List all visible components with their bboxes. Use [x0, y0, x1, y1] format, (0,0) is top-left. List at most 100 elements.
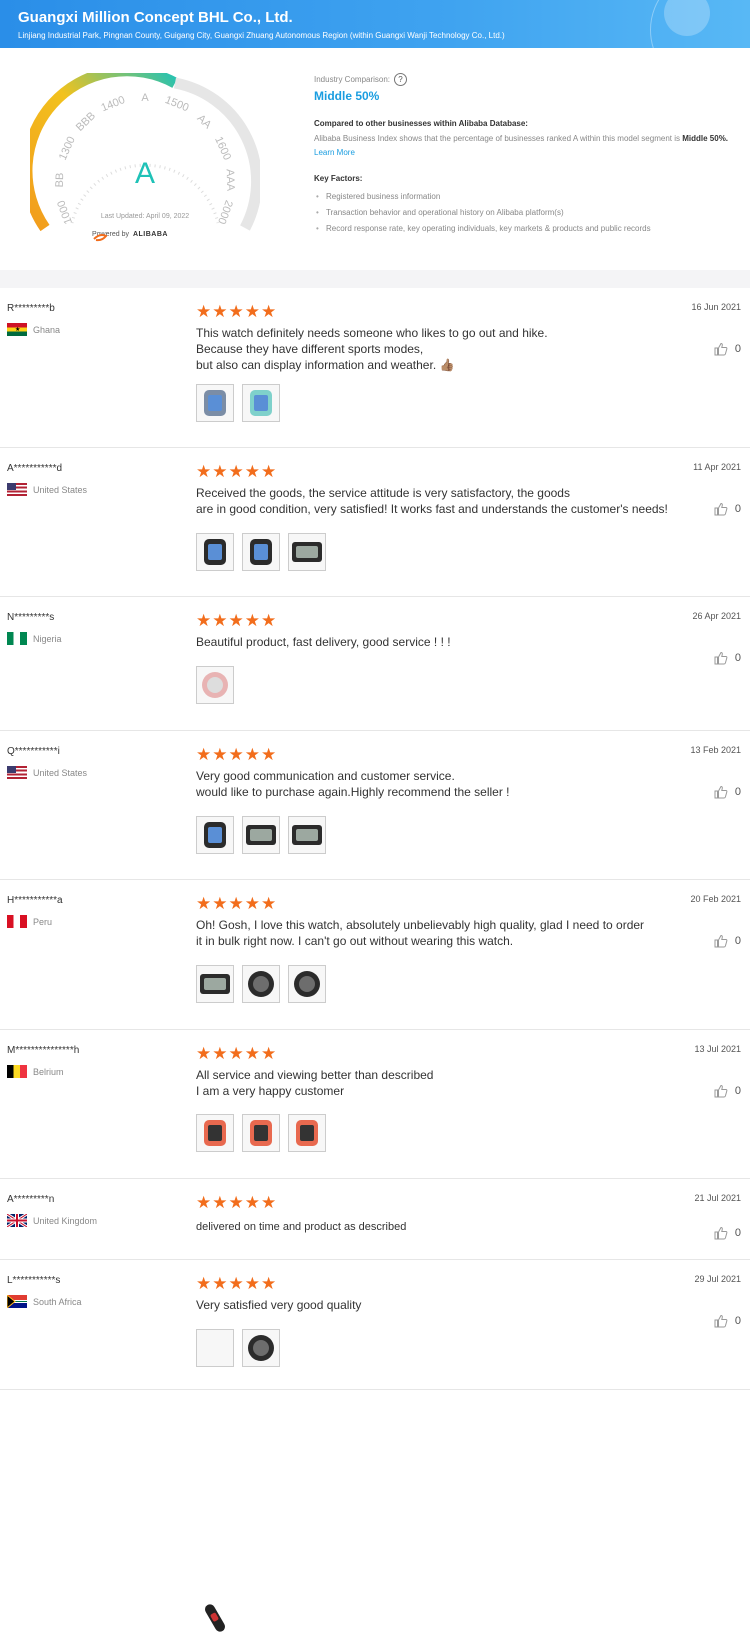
review-photo-thumbnail[interactable]	[242, 1329, 280, 1367]
review-line: Very good communication and customer ser…	[196, 769, 455, 783]
thumbs-up-icon	[714, 1314, 728, 1328]
review-line: Received the goods, the service attitude…	[196, 486, 570, 500]
like-button[interactable]: 0	[714, 934, 741, 948]
review-photo-thumbnail[interactable]	[242, 816, 280, 854]
like-count: 0	[734, 503, 741, 515]
review-photo-thumbnail[interactable]	[196, 1329, 234, 1634]
review-line: This watch definitely needs someone who …	[196, 326, 548, 340]
review-item: L***********s South Africa ★★★★★ Very satis…	[0, 1260, 750, 1634]
review-photos	[196, 533, 326, 571]
review-photo-thumbnail[interactable]	[242, 965, 280, 1003]
reviewer-name: A*********n	[7, 1194, 55, 1205]
reviewer-country: United Kingdom	[7, 1214, 97, 1227]
country-name: Belrium	[33, 1066, 64, 1077]
thumbs-up-icon	[714, 651, 728, 665]
review-text: This watch definitely needs someone who …	[196, 325, 548, 373]
review-photo-thumbnail[interactable]	[288, 1114, 326, 1152]
review-photo-thumbnail[interactable]	[242, 1114, 280, 1152]
help-icon[interactable]: ?	[394, 73, 408, 86]
watch-image	[248, 1335, 274, 1361]
learn-more-link[interactable]: Learn More	[314, 148, 355, 157]
country-name: United Kingdom	[33, 1215, 98, 1226]
comparison-label-row: Industry Comparison: ?	[314, 73, 734, 86]
review-photo-thumbnail[interactable]	[288, 533, 326, 571]
powered-by: Powered by ALIBABA	[92, 231, 168, 242]
gauge-label: 1400	[100, 94, 127, 114]
industry-comparison: Industry Comparison: ? Middle 50% Compar…	[314, 73, 734, 237]
review-photo-thumbnail[interactable]	[196, 965, 234, 1003]
review-photos	[196, 666, 234, 704]
review-photo-thumbnail[interactable]	[196, 816, 234, 854]
star-rating: ★★★★★	[196, 611, 278, 630]
review-photo-thumbnail[interactable]	[242, 533, 280, 571]
watch-image	[250, 1120, 272, 1146]
company-name: Guangxi Million Concept BHL Co., Ltd.	[18, 9, 293, 26]
reviewer-name: H***********a	[7, 895, 63, 906]
review-item: A*********n United Kingdom ★★★★★ delivered …	[0, 1179, 750, 1260]
review-text: Very good communication and customer ser…	[196, 768, 510, 800]
like-button[interactable]: 0	[714, 502, 741, 516]
review-photo-thumbnail[interactable]	[288, 965, 326, 1003]
review-item: M***************h Belrium ★★★★★ All service…	[0, 1030, 750, 1179]
reviewer-name: R*********b	[7, 303, 55, 314]
star-rating: ★★★★★	[196, 302, 278, 321]
review-photo-thumbnail[interactable]	[288, 816, 326, 854]
reviewer-name: A***********d	[7, 463, 63, 474]
review-photo-thumbnail[interactable]	[196, 1114, 234, 1152]
watch-image	[204, 539, 226, 565]
watch-image	[292, 825, 322, 845]
description-bold: Middle 50%.	[682, 134, 729, 143]
review-item: R*********b ★ Ghana ★★★★★ This watch definit…	[0, 288, 750, 448]
like-count: 0	[734, 652, 741, 664]
watch-image	[203, 1602, 227, 1634]
watch-image	[202, 672, 228, 698]
review-item: N*********s Nigeria ★★★★★ Beautiful product…	[0, 597, 750, 731]
watch-image	[296, 1120, 318, 1146]
like-count: 0	[734, 1227, 741, 1239]
review-text: Beautiful product, fast delivery, good s…	[196, 634, 451, 650]
review-photo-thumbnail[interactable]	[242, 384, 280, 422]
reviewer-name: L***********s	[7, 1275, 61, 1286]
like-button[interactable]: 0	[714, 651, 741, 665]
review-line: it in bulk right now. I can't go out wit…	[196, 934, 514, 948]
review-date: 20 Feb 2021	[690, 894, 741, 904]
review-photo-thumbnail[interactable]	[196, 533, 234, 571]
review-photos	[196, 384, 280, 422]
description-text: Alibaba Business Index shows that the pe…	[314, 134, 680, 143]
reviewer-country: Nigeria	[7, 632, 62, 645]
country-name: United States	[33, 767, 88, 778]
country-name: Peru	[33, 916, 53, 927]
like-count: 0	[734, 786, 741, 798]
review-text: All service and viewing better than desc…	[196, 1067, 433, 1099]
watch-image	[204, 390, 226, 416]
reviewer-country: United States	[7, 483, 87, 496]
like-count: 0	[734, 1085, 741, 1097]
like-button[interactable]: 0	[714, 1084, 741, 1098]
watch-image	[246, 825, 276, 845]
reviewer-country: South Africa	[7, 1295, 82, 1308]
star-rating: ★★★★★	[196, 1274, 278, 1293]
review-date: 29 Jul 2021	[694, 1274, 741, 1284]
review-photos	[196, 1329, 280, 1634]
thumbs-up-icon	[714, 934, 728, 948]
watch-image	[250, 390, 272, 416]
gauge-label: A	[141, 92, 149, 104]
peru-flag-icon	[7, 915, 27, 928]
review-date: 13 Jul 2021	[694, 1044, 741, 1054]
reviewer-name: Q***********i	[7, 746, 60, 757]
review-date: 13 Feb 2021	[690, 745, 741, 755]
like-button[interactable]: 0	[714, 785, 741, 799]
reviewer-name: M***************h	[7, 1045, 80, 1056]
comparison-value: Middle 50%	[314, 89, 380, 103]
review-photo-thumbnail[interactable]	[196, 666, 234, 704]
review-photo-thumbnail[interactable]	[196, 384, 234, 422]
like-button[interactable]: 0	[714, 342, 741, 356]
like-button[interactable]: 0	[714, 1314, 741, 1328]
thumbs-up-icon	[714, 1226, 728, 1240]
review-line: Very satisfied very good quality	[196, 1298, 362, 1312]
us-flag-icon	[7, 483, 27, 496]
company-address: Linjiang Industrial Park, Pingnan County…	[18, 31, 505, 40]
key-factors-list: Registered business information Transact…	[314, 189, 734, 237]
thumbs-up-icon	[714, 785, 728, 799]
like-button[interactable]: 0	[714, 1226, 741, 1240]
